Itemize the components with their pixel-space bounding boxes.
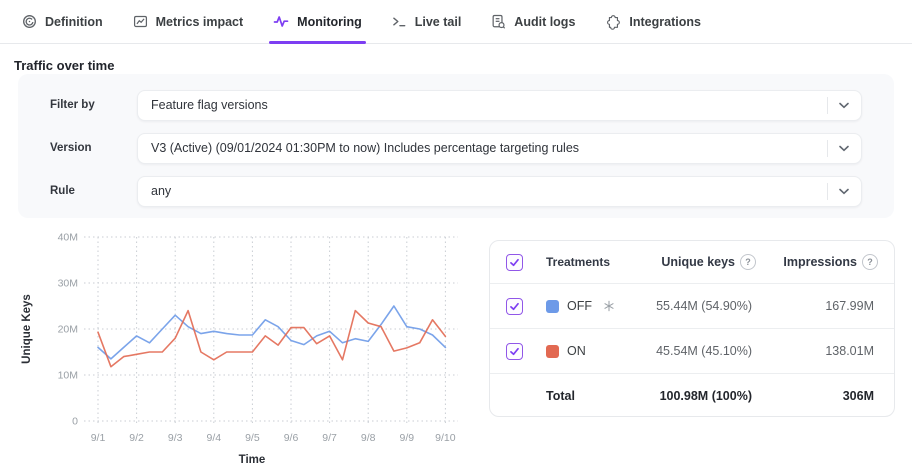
chevron-down-icon[interactable]	[827, 134, 861, 163]
line-chart-canvas: 0 10M 20M 30M 40M 9/1 9/2 9/3 9/4 9/5 9/6 9/7 9/8 9/9…	[0, 225, 470, 469]
svg-text:9/5: 9/5	[245, 432, 260, 444]
on-row-checkbox[interactable]	[506, 343, 523, 360]
filter-by-label: Filter by	[50, 90, 132, 121]
filter-row-version: Version V3 (Active) (09/01/2024 01:30PM …	[18, 133, 894, 164]
definition-icon	[22, 14, 37, 29]
live-tail-icon	[392, 14, 407, 29]
tab-metrics-impact[interactable]: Metrics impact	[133, 0, 244, 43]
on-unique-keys: 45.54M (45.10%)	[616, 344, 756, 358]
on-series-swatch	[546, 345, 559, 358]
help-icon[interactable]: ?	[740, 254, 756, 270]
tab-bar: Definition Metrics impact Monitoring Liv…	[0, 0, 912, 44]
total-impressions: 306M	[756, 389, 878, 403]
svg-text:9/10: 9/10	[435, 432, 456, 444]
chevron-down-icon[interactable]	[827, 177, 861, 206]
filter-panel: Filter by Feature flag versions Version …	[18, 74, 894, 218]
treatment-row-on: ON 45.54M (45.10%) 138.01M	[490, 328, 894, 373]
version-value: V3 (Active) (09/01/2024 01:30PM to now) …	[151, 134, 813, 163]
treatment-name: ON	[567, 344, 586, 358]
svg-text:20M: 20M	[58, 324, 78, 336]
svg-text:9/1: 9/1	[91, 432, 106, 444]
chevron-down-icon[interactable]	[827, 91, 861, 120]
treatment-row-off: OFF 55.44M (54.90%) 167.99M	[490, 283, 894, 328]
tab-label: Definition	[45, 15, 103, 29]
svg-text:9/6: 9/6	[284, 432, 299, 444]
default-treatment-icon	[603, 300, 615, 312]
tab-audit-logs[interactable]: Audit logs	[491, 0, 575, 43]
off-series-swatch	[546, 300, 559, 313]
svg-text:9/9: 9/9	[399, 432, 414, 444]
off-row-checkbox[interactable]	[506, 298, 523, 315]
filter-row-filter-by: Filter by Feature flag versions	[18, 90, 894, 121]
tab-label: Integrations	[629, 15, 701, 29]
select-all-checkbox[interactable]	[506, 254, 523, 271]
filter-by-select[interactable]: Feature flag versions	[137, 90, 862, 121]
svg-text:9/3: 9/3	[168, 432, 183, 444]
total-label: Total	[546, 389, 616, 403]
tab-live-tail[interactable]: Live tail	[392, 0, 462, 43]
svg-text:Unique Keys: Unique Keys	[21, 294, 33, 364]
unique-keys-header: Unique keys	[661, 255, 735, 269]
table-header-row: Treatments Unique keys ? Impressions ?	[490, 241, 894, 283]
traffic-over-time-chart: 0 10M 20M 30M 40M 9/1 9/2 9/3 9/4 9/5 9/6 9/7 9/8 9/9…	[0, 225, 470, 469]
tab-label: Live tail	[415, 15, 462, 29]
page-title: Traffic over time	[14, 58, 114, 73]
version-label: Version	[50, 133, 132, 164]
filter-row-rule: Rule any	[18, 176, 894, 207]
tab-label: Monitoring	[297, 15, 362, 29]
filter-by-value: Feature flag versions	[151, 91, 813, 120]
treatments-table: Treatments Unique keys ? Impressions ? O…	[489, 240, 895, 417]
svg-text:9/4: 9/4	[206, 432, 221, 444]
svg-text:9/2: 9/2	[129, 432, 144, 444]
treatment-name: OFF	[567, 299, 592, 313]
svg-text:30M: 30M	[58, 278, 78, 290]
total-unique-keys: 100.98M (100%)	[616, 389, 756, 403]
off-unique-keys: 55.44M (54.90%)	[616, 299, 756, 313]
rule-value: any	[151, 177, 813, 206]
version-select[interactable]: V3 (Active) (09/01/2024 01:30PM to now) …	[137, 133, 862, 164]
audit-logs-icon	[491, 14, 506, 29]
tab-integrations[interactable]: Integrations	[605, 0, 701, 43]
svg-text:Time: Time	[239, 454, 266, 466]
integrations-icon	[605, 14, 621, 30]
svg-text:40M: 40M	[58, 232, 78, 244]
svg-text:10M: 10M	[58, 370, 78, 382]
impressions-header: Impressions	[783, 255, 857, 269]
svg-text:0: 0	[72, 416, 78, 428]
tab-definition[interactable]: Definition	[22, 0, 103, 43]
svg-text:9/7: 9/7	[322, 432, 337, 444]
monitoring-icon	[273, 14, 289, 29]
metrics-impact-icon	[133, 14, 148, 29]
treatments-header: Treatments	[546, 255, 616, 269]
on-impressions: 138.01M	[756, 344, 878, 358]
tab-label: Metrics impact	[156, 15, 244, 29]
off-impressions: 167.99M	[756, 299, 878, 313]
tab-label: Audit logs	[514, 15, 575, 29]
help-icon[interactable]: ?	[862, 254, 878, 270]
total-row: Total 100.98M (100%) 306M	[490, 373, 894, 417]
rule-select[interactable]: any	[137, 176, 862, 207]
active-tab-underline	[269, 41, 366, 44]
svg-text:9/8: 9/8	[361, 432, 376, 444]
rule-label: Rule	[50, 176, 132, 207]
tab-monitoring[interactable]: Monitoring	[273, 0, 362, 43]
